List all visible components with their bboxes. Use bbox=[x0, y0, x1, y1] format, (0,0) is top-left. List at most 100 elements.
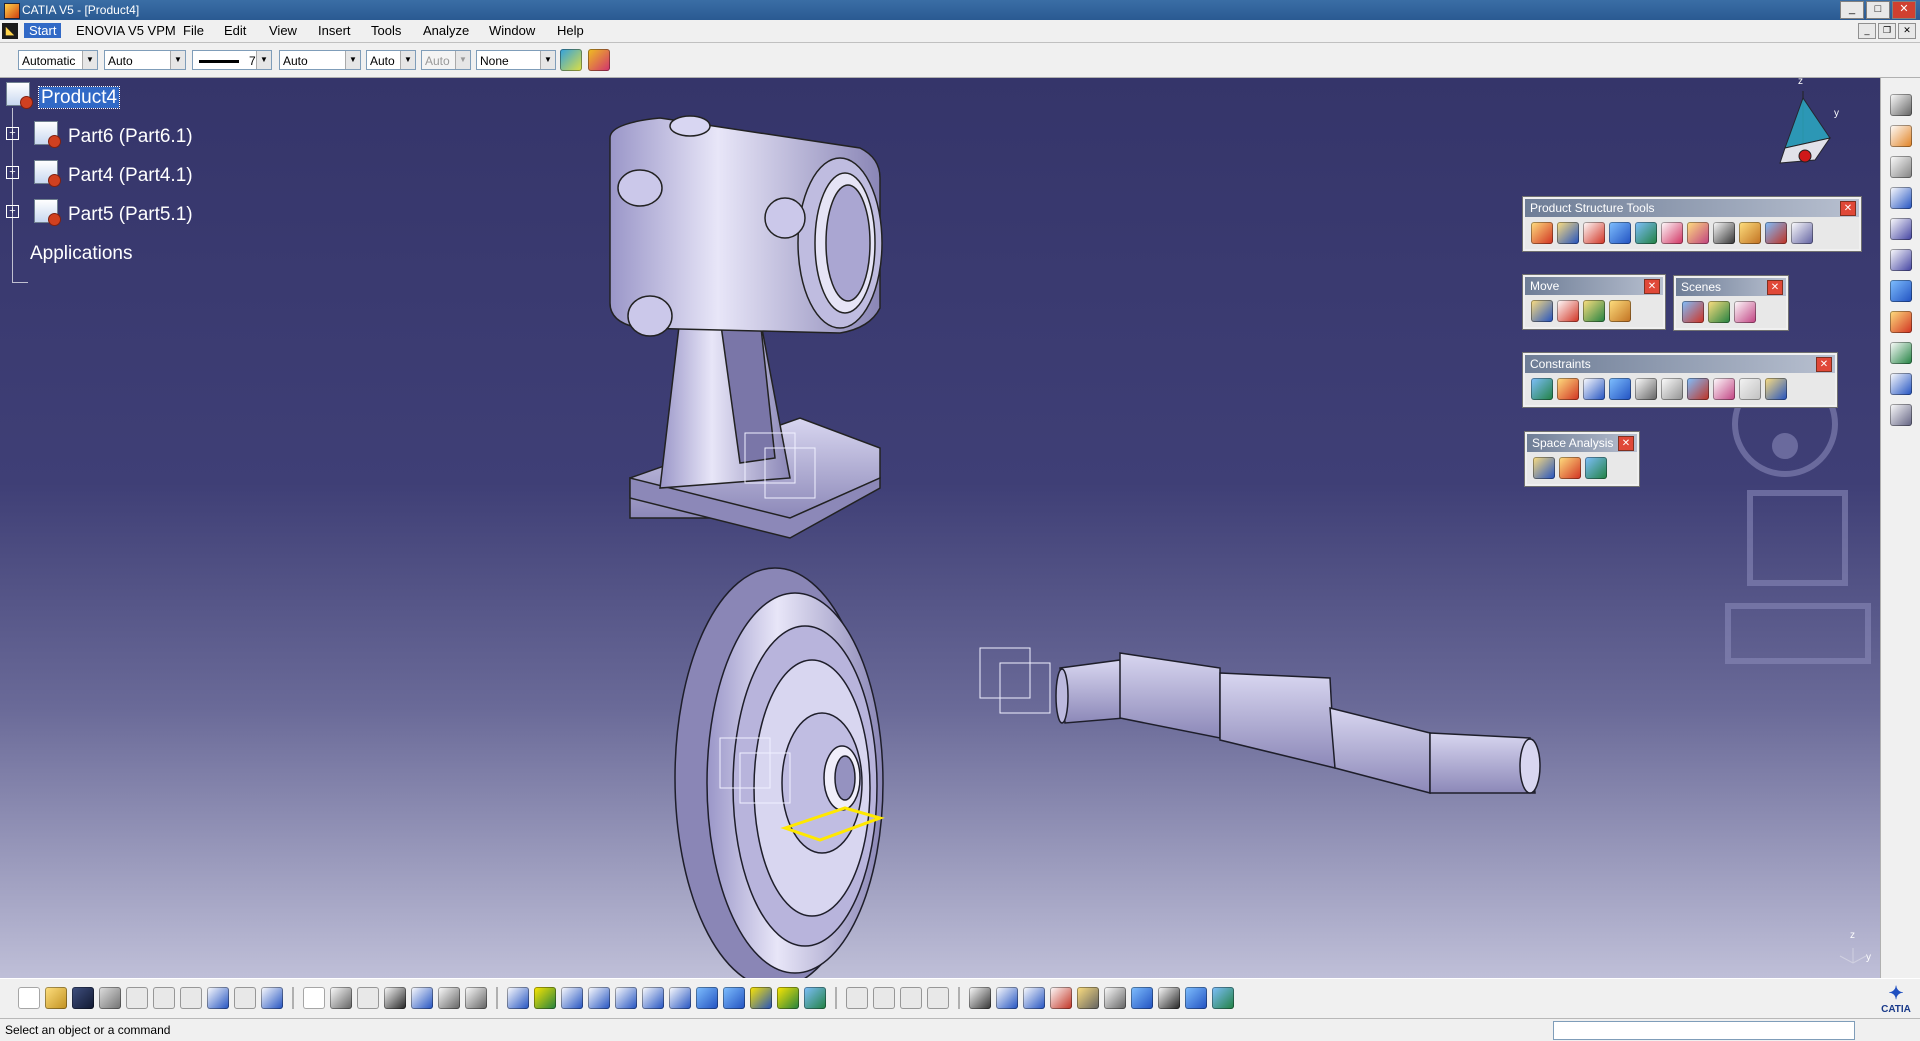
knowledge-advisor-icon[interactable] bbox=[330, 987, 352, 1009]
toolbar-title[interactable]: Scenes ✕ bbox=[1676, 278, 1786, 296]
apply-material-icon[interactable] bbox=[1131, 987, 1153, 1009]
tree-item-applications[interactable]: Applications bbox=[30, 243, 132, 265]
expand-icon[interactable]: + bbox=[6, 166, 19, 179]
distance-band-analysis-icon[interactable] bbox=[1585, 457, 1607, 479]
clash-icon[interactable] bbox=[1533, 457, 1555, 479]
zoom-in-icon[interactable] bbox=[615, 987, 637, 1009]
maximize-button[interactable]: □ bbox=[1866, 1, 1890, 19]
manipulation-icon[interactable] bbox=[1531, 300, 1553, 322]
swap-workbench-icon[interactable] bbox=[1185, 987, 1207, 1009]
lock-icon[interactable] bbox=[438, 987, 460, 1009]
snap-icon[interactable] bbox=[1557, 300, 1579, 322]
selective-load-icon[interactable] bbox=[1739, 222, 1761, 244]
rotate-icon[interactable] bbox=[588, 987, 610, 1009]
insert-product-icon[interactable] bbox=[1557, 222, 1579, 244]
multi-view-icon[interactable] bbox=[696, 987, 718, 1009]
normal-view-icon[interactable] bbox=[669, 987, 691, 1009]
product-structure-tools-toolbar[interactable]: Product Structure Tools ✕ bbox=[1522, 196, 1862, 252]
manage-representations-icon[interactable] bbox=[1765, 222, 1787, 244]
doc-close-button[interactable]: ✕ bbox=[1898, 23, 1916, 39]
exploded-view-icon[interactable] bbox=[1212, 987, 1234, 1009]
close-icon[interactable]: ✕ bbox=[1767, 280, 1783, 295]
space-analysis-toolbar[interactable]: Space Analysis ✕ bbox=[1524, 431, 1640, 487]
doc-minimize-button[interactable]: _ bbox=[1858, 23, 1876, 39]
expand-icon[interactable]: + bbox=[6, 127, 19, 140]
insert-component-icon[interactable] bbox=[1531, 222, 1553, 244]
graph-tree-reordering-icon[interactable] bbox=[1687, 222, 1709, 244]
menu-view[interactable]: View bbox=[269, 23, 297, 38]
capture-icon[interactable] bbox=[1890, 373, 1912, 395]
open-folder-icon[interactable] bbox=[45, 987, 67, 1009]
quick-view-icon[interactable] bbox=[723, 987, 745, 1009]
existing-component-icon[interactable] bbox=[1609, 222, 1631, 244]
catia-app-icon[interactable] bbox=[4, 3, 20, 19]
tree-item-part4[interactable]: Part4 (Part4.1) bbox=[68, 165, 193, 187]
layer-select[interactable]: None ▼ bbox=[476, 50, 556, 70]
tree-item-part6[interactable]: Part6 (Part6.1) bbox=[68, 126, 193, 148]
fix-together-icon[interactable] bbox=[1661, 378, 1683, 400]
undo-icon[interactable] bbox=[207, 987, 229, 1009]
menu-edit[interactable]: Edit bbox=[224, 23, 246, 38]
flag-note-icon[interactable] bbox=[1890, 249, 1912, 271]
offset-constraint-icon[interactable] bbox=[1583, 378, 1605, 400]
close-icon[interactable]: ✕ bbox=[1840, 201, 1856, 216]
close-button[interactable]: ✕ bbox=[1892, 1, 1916, 19]
fix-icon[interactable] bbox=[1890, 280, 1912, 302]
line-type-select[interactable]: Auto ▼ bbox=[279, 50, 361, 70]
part-icon[interactable] bbox=[34, 121, 61, 148]
menu-tools[interactable]: Tools bbox=[371, 23, 401, 38]
equivalent-dimensions-icon[interactable] bbox=[465, 987, 487, 1009]
part-icon[interactable] bbox=[34, 199, 61, 226]
part-icon[interactable] bbox=[34, 160, 61, 187]
tree-item-part5[interactable]: Part5 (Part5.1) bbox=[68, 204, 193, 226]
camera-icon[interactable] bbox=[969, 987, 991, 1009]
menu-insert[interactable]: Insert bbox=[318, 23, 351, 38]
multi-instantiation-icon[interactable] bbox=[1791, 222, 1813, 244]
menu-enovia[interactable]: ENOVIA V5 VPM bbox=[76, 23, 176, 38]
bill-of-material-icon[interactable] bbox=[1890, 342, 1912, 364]
menu-analyze[interactable]: Analyze bbox=[423, 23, 469, 38]
catalog-icon[interactable] bbox=[1890, 311, 1912, 333]
gear-icon[interactable] bbox=[1890, 94, 1912, 116]
explode-icon[interactable] bbox=[1583, 300, 1605, 322]
select-arrow-icon[interactable] bbox=[1890, 125, 1912, 147]
whats-this-icon[interactable] bbox=[261, 987, 283, 1009]
expand-icon[interactable]: + bbox=[6, 205, 19, 218]
insert-part-icon[interactable] bbox=[1583, 222, 1605, 244]
grid-icon[interactable] bbox=[1158, 987, 1180, 1009]
fly-mode-icon[interactable] bbox=[507, 987, 529, 1009]
fit-all-in-icon[interactable] bbox=[534, 987, 556, 1009]
toolbar-title[interactable]: Move ✕ bbox=[1525, 277, 1663, 295]
existing-with-positioning-icon[interactable] bbox=[1635, 222, 1657, 244]
minimize-button[interactable]: _ bbox=[1840, 1, 1864, 19]
toolbar-title[interactable]: Constraints ✕ bbox=[1525, 355, 1835, 373]
product-icon[interactable] bbox=[6, 82, 33, 109]
apply-scene-icon[interactable] bbox=[1708, 301, 1730, 323]
generate-numbering-icon[interactable] bbox=[1713, 222, 1735, 244]
hide-show-icon[interactable] bbox=[777, 987, 799, 1009]
transparency-select[interactable]: Auto ▼ bbox=[104, 50, 186, 70]
toolbar-title[interactable]: Product Structure Tools ✕ bbox=[1525, 199, 1859, 217]
swap-visible-space-icon[interactable] bbox=[804, 987, 826, 1009]
scenes-toolbar[interactable]: Scenes ✕ bbox=[1673, 275, 1789, 331]
line-weight-select[interactable]: 7 ▼ bbox=[192, 50, 272, 70]
design-table-icon[interactable] bbox=[384, 987, 406, 1009]
text-annotation-icon[interactable] bbox=[1890, 218, 1912, 240]
command-input[interactable] bbox=[1553, 1021, 1855, 1040]
close-icon[interactable]: ✕ bbox=[1644, 279, 1660, 294]
point-symbol-select[interactable]: Auto ▼ bbox=[366, 50, 416, 70]
color-select[interactable]: Automatic ▼ bbox=[18, 50, 98, 70]
measure-item-icon[interactable] bbox=[1050, 987, 1072, 1009]
constraints-toolbar[interactable]: Constraints ✕ bbox=[1522, 352, 1838, 408]
formula-icon[interactable] bbox=[303, 987, 325, 1009]
catia-menu-icon[interactable]: ◣ bbox=[2, 23, 18, 39]
update-icon[interactable] bbox=[996, 987, 1018, 1009]
close-icon[interactable]: ✕ bbox=[1816, 357, 1832, 372]
parameters-explorer-icon[interactable] bbox=[411, 987, 433, 1009]
painter-icon[interactable] bbox=[560, 49, 582, 71]
menu-start[interactable]: Start bbox=[24, 23, 62, 38]
reuse-pattern-icon[interactable] bbox=[1765, 378, 1787, 400]
move-toolbar[interactable]: Move ✕ bbox=[1522, 274, 1666, 330]
menu-help[interactable]: Help bbox=[557, 23, 584, 38]
new-file-icon[interactable] bbox=[18, 987, 40, 1009]
